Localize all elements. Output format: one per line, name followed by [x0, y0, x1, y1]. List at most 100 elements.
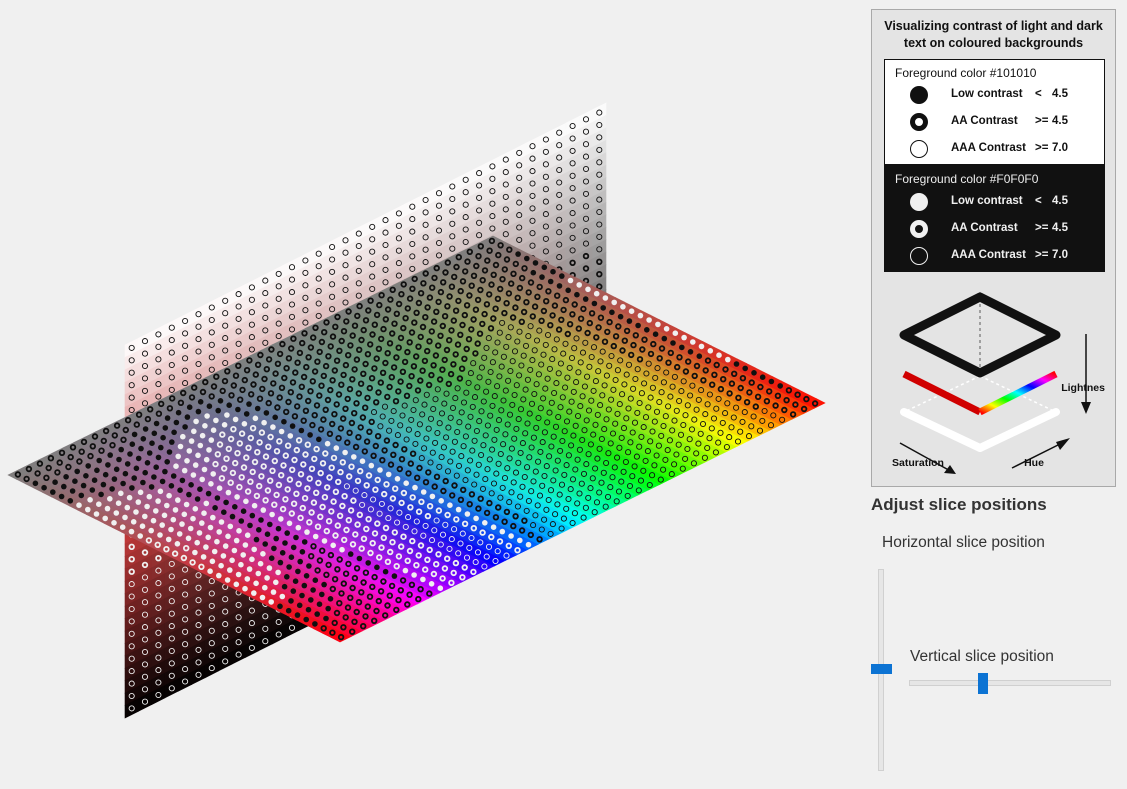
contrast-marker	[118, 446, 124, 453]
contrast-marker	[356, 555, 363, 562]
contrast-marker	[220, 553, 227, 559]
contrast-marker	[254, 405, 261, 412]
contrast-marker	[211, 548, 218, 555]
contrast-marker	[115, 500, 122, 507]
contrast-marker	[105, 462, 111, 468]
contrast-marker	[725, 356, 731, 363]
contrast-marker	[153, 508, 159, 514]
contrast-marker	[687, 349, 694, 355]
contrast-marker	[96, 457, 102, 464]
contrast-marker	[321, 581, 327, 588]
contrast-marker	[72, 478, 78, 485]
contrast-marker	[122, 470, 129, 477]
contrast-marker	[242, 585, 248, 592]
contrast-marker	[214, 538, 220, 545]
contrast-marker	[142, 426, 149, 432]
contrast-marker	[140, 479, 146, 486]
contrast-marker	[251, 502, 258, 509]
contrast-marker	[257, 560, 264, 567]
contrast-marker	[158, 444, 164, 451]
contrast-marker	[268, 599, 275, 605]
contrast-marker	[188, 482, 194, 488]
contrast-marker	[294, 612, 301, 618]
contrast-marker	[307, 432, 313, 438]
contrast-marker	[164, 502, 170, 509]
contrast-marker	[286, 564, 292, 570]
contrast-marker	[149, 440, 155, 447]
contrast-marker	[266, 565, 273, 571]
contrast-marker	[199, 432, 206, 439]
contrast-marker	[733, 361, 740, 367]
contrast-marker	[196, 530, 203, 536]
contrast-marker	[330, 542, 337, 549]
contrast-marker	[157, 488, 164, 495]
contrast-marker	[273, 579, 279, 586]
contrast-marker	[600, 305, 606, 311]
contrast-marker	[216, 529, 222, 535]
contrast-marker	[628, 308, 635, 315]
contrast-marker	[251, 546, 257, 553]
contrast-visualization[interactable]	[0, 0, 860, 789]
contrast-marker	[264, 531, 271, 537]
contrast-marker	[165, 536, 172, 543]
contrast-marker	[582, 296, 589, 302]
contrast-marker	[111, 520, 117, 526]
contrast-marker	[262, 584, 268, 591]
contrast-marker	[78, 492, 85, 499]
contrast-marker	[288, 598, 294, 604]
contrast-marker	[271, 545, 277, 552]
contrast-marker	[591, 300, 598, 307]
contrast-marker	[148, 484, 155, 490]
contrast-marker	[160, 434, 166, 441]
contrast-marker	[157, 532, 163, 538]
contrast-marker	[249, 512, 256, 519]
contrast-marker	[244, 576, 251, 582]
contrast-marker	[194, 539, 200, 546]
contrast-marker	[74, 468, 80, 475]
contrast-marker	[122, 514, 128, 521]
contrast-marker	[339, 546, 345, 553]
contrast-marker	[547, 278, 554, 285]
contrast-marker	[277, 603, 283, 610]
contrast-marker	[288, 554, 295, 560]
contrast-marker	[306, 563, 312, 569]
contrast-marker	[267, 521, 273, 528]
contrast-marker	[304, 529, 310, 535]
contrast-marker	[200, 554, 207, 560]
contrast-marker	[87, 497, 93, 503]
contrast-marker	[637, 312, 644, 319]
contrast-marker	[128, 528, 135, 535]
contrast-marker	[144, 503, 150, 510]
contrast-marker	[403, 480, 410, 487]
contrast-marker	[209, 558, 216, 565]
contrast-marker	[285, 607, 292, 614]
contrast-marker	[173, 463, 179, 470]
contrast-marker	[195, 452, 201, 459]
contrast-marker	[226, 402, 232, 409]
contrast-marker	[295, 524, 302, 531]
contrast-marker	[626, 318, 633, 324]
contrast-marker	[207, 568, 213, 574]
contrast-marker	[76, 502, 82, 509]
contrast-marker	[184, 414, 191, 420]
contrast-marker	[195, 408, 202, 415]
contrast-marker	[210, 514, 216, 521]
contrast-marker	[576, 282, 582, 288]
contrast-marker	[192, 462, 199, 468]
contrast-marker	[227, 523, 234, 530]
contrast-marker	[83, 473, 89, 479]
contrast-marker	[316, 436, 322, 443]
contrast-marker	[233, 581, 240, 588]
contrast-marker	[127, 451, 133, 457]
contrast-marker	[184, 458, 190, 464]
contrast-marker	[655, 321, 661, 328]
contrast-marker	[295, 568, 301, 575]
contrast-marker	[191, 428, 197, 435]
contrast-marker	[194, 496, 201, 502]
contrast-marker	[312, 533, 319, 540]
contrast-marker	[301, 539, 308, 545]
contrast-marker	[142, 469, 148, 476]
contrast-marker	[218, 519, 225, 525]
contrast-marker	[135, 455, 142, 462]
contrast-marker	[292, 578, 299, 584]
